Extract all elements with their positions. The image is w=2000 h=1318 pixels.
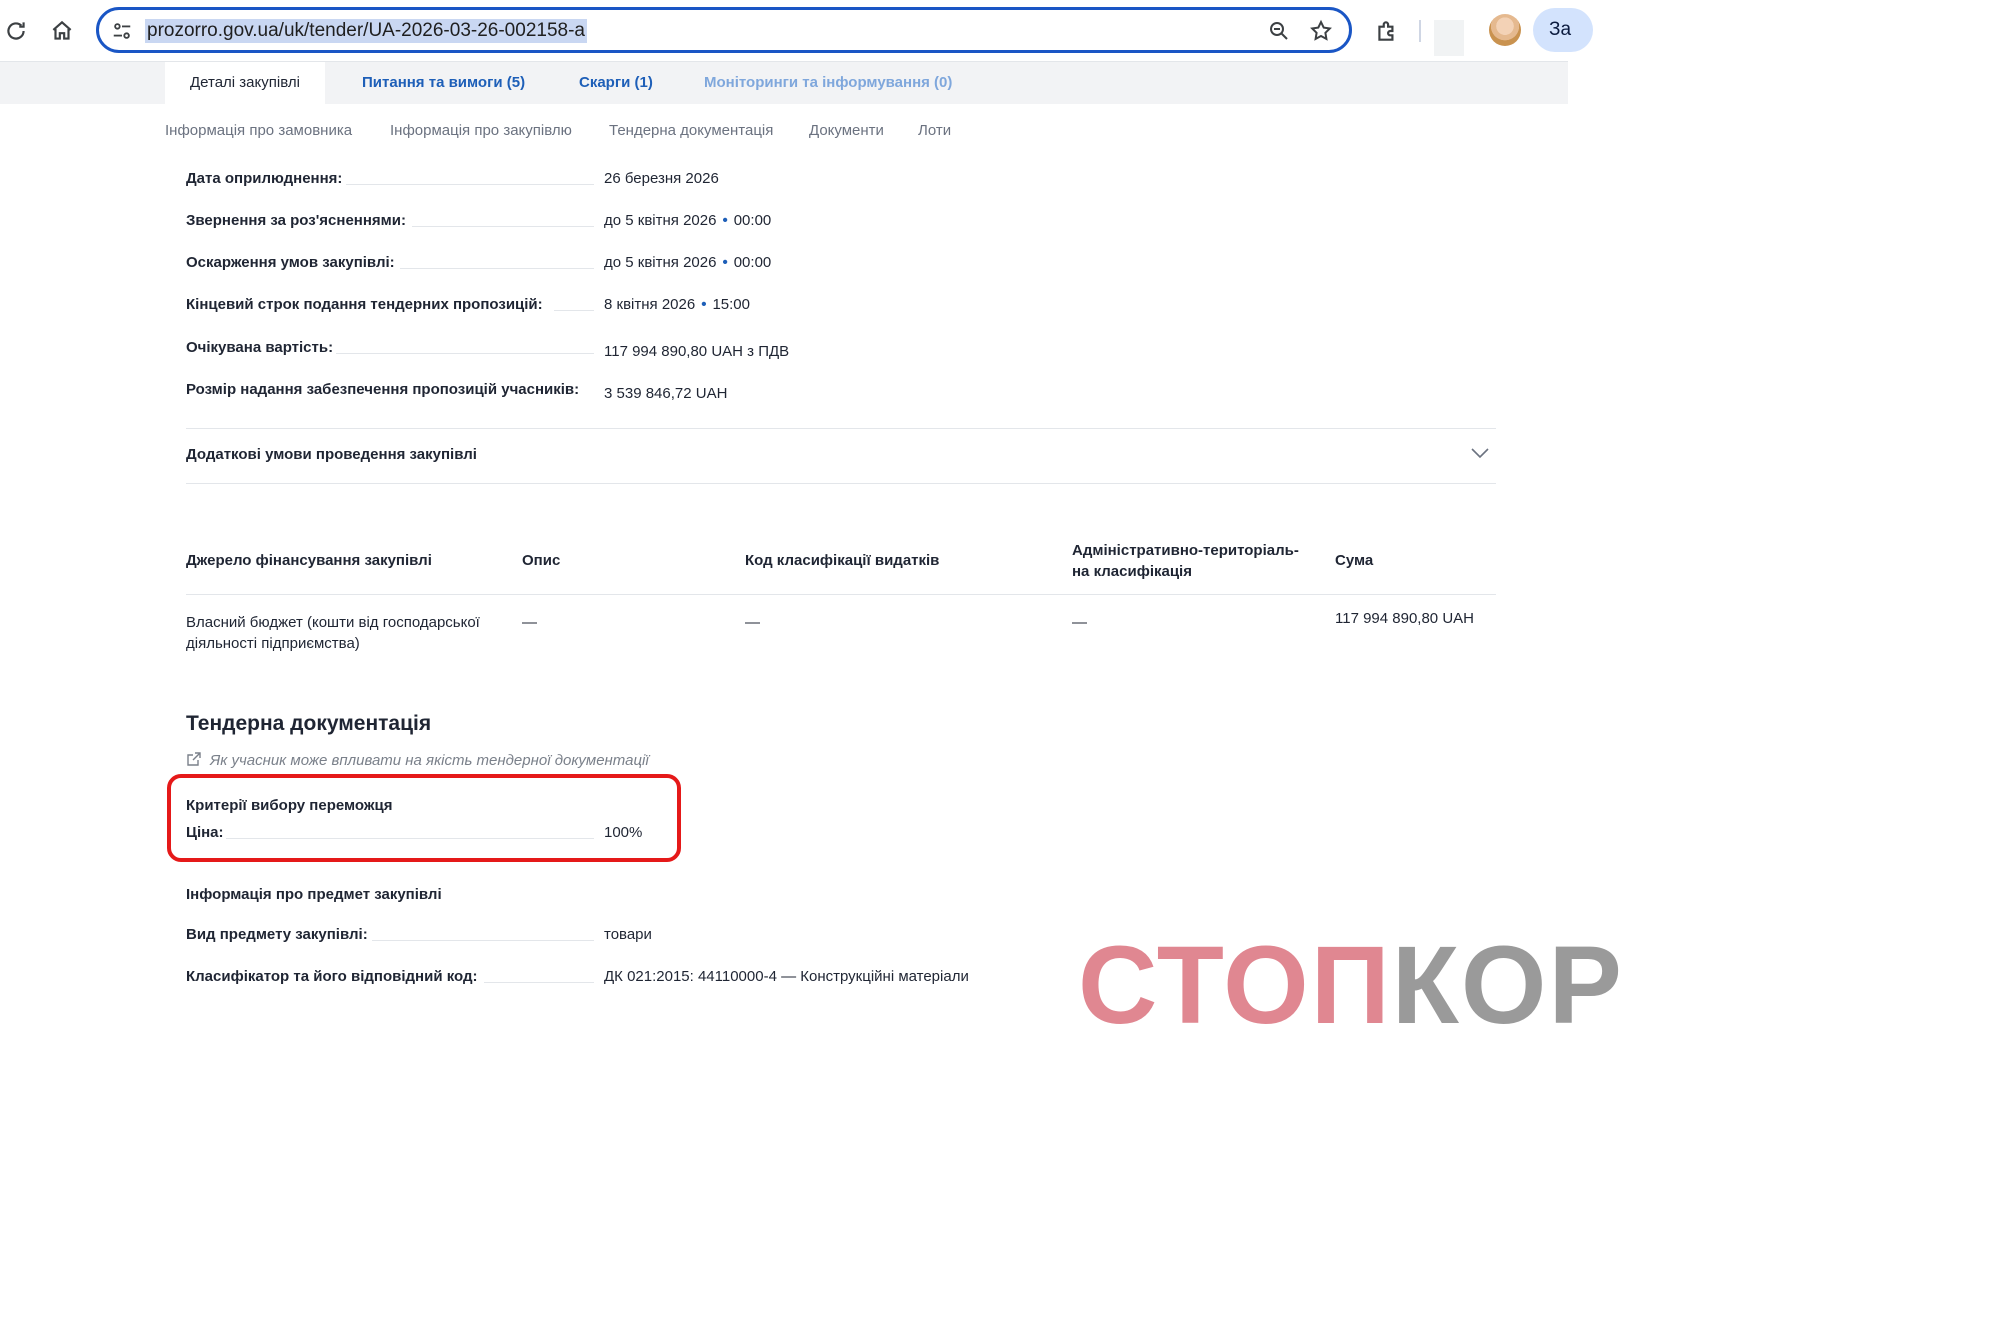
expense-code-header: Код класифікації видатків bbox=[745, 552, 940, 569]
tender-tabs: Деталі закупівлі Питання та вимоги (5) С… bbox=[0, 62, 1568, 104]
clarifications-label: Звернення за роз'ясненнями: bbox=[186, 212, 406, 229]
chevron-down-icon[interactable] bbox=[1470, 446, 1490, 460]
leader-line bbox=[372, 940, 594, 941]
subnav-lots[interactable]: Лоти bbox=[918, 122, 951, 144]
subnav-procurement-info[interactable]: Інформація про закупівлю bbox=[390, 122, 572, 144]
funding-source-header: Джерело фінансування закупівлі bbox=[186, 552, 432, 569]
expected-value-label: Очікувана вартість: bbox=[186, 339, 334, 356]
expense-code-cell: — bbox=[745, 614, 760, 631]
divider bbox=[186, 483, 1496, 484]
admin-class-cell: — bbox=[1072, 614, 1087, 631]
tender-docs-help-link[interactable]: Як учасник може впливати на якість тенде… bbox=[186, 751, 649, 769]
site-settings-icon[interactable] bbox=[111, 20, 133, 42]
classifier-label: Класифікатор та його відповідний код: bbox=[186, 968, 478, 985]
subnav-documents[interactable]: Документи bbox=[809, 122, 884, 144]
subnav-customer-info[interactable]: Інформація про замовника bbox=[165, 122, 352, 144]
expected-value: 117 994 890,80 UAH з ПДВ bbox=[604, 343, 790, 360]
url-text[interactable]: prozorro.gov.ua/uk/tender/UA-2026-03-26-… bbox=[145, 19, 587, 43]
tab-questions[interactable]: Питання та вимоги (5) bbox=[362, 62, 525, 104]
home-icon[interactable] bbox=[49, 18, 75, 44]
leader-line bbox=[554, 310, 594, 311]
reload-icon[interactable] bbox=[3, 18, 29, 44]
criteria-title: Критерії вибору переможця bbox=[186, 797, 393, 814]
profile-button[interactable]: За bbox=[1533, 8, 1593, 52]
subject-title: Інформація про предмет закупівлі bbox=[186, 886, 442, 903]
amount-header: Сума bbox=[1335, 552, 1374, 569]
address-bar[interactable]: prozorro.gov.ua/uk/tender/UA-2026-03-26-… bbox=[96, 7, 1352, 53]
description-cell: — bbox=[522, 614, 537, 631]
divider bbox=[186, 428, 1496, 429]
security-label: Розмір надання забезпечення пропозицій у… bbox=[186, 381, 580, 398]
subject-type-value: товари bbox=[604, 926, 652, 943]
funding-source-cell: Власний бюджет (кошти від господарської д… bbox=[186, 614, 480, 652]
clarifications-value: до 5 квітня 2026 • 00:00 bbox=[604, 212, 772, 229]
leader-line bbox=[346, 184, 594, 185]
leader-line bbox=[400, 268, 594, 269]
publication-date-label: Дата оприлюднення: bbox=[186, 170, 343, 187]
zoom-icon[interactable] bbox=[1267, 19, 1291, 43]
deadline-value: 8 квітня 2026 • 15:00 bbox=[604, 296, 750, 313]
additional-conditions-toggle[interactable]: Додаткові умови проведення закупівлі bbox=[186, 446, 477, 463]
classifier-value: ДК 021:2015: 44110000-4 — Конструкційні … bbox=[604, 968, 969, 985]
amount-cell: 117 994 890,80 UAH bbox=[1335, 610, 1474, 627]
browser-toolbar: prozorro.gov.ua/uk/tender/UA-2026-03-26-… bbox=[0, 0, 1593, 62]
appeal-label: Оскарження умов закупівлі: bbox=[186, 254, 395, 271]
divider bbox=[186, 594, 1496, 595]
toolbar-divider bbox=[1419, 20, 1421, 42]
subnav-tender-docs[interactable]: Тендерна документація bbox=[609, 122, 773, 144]
security-value: 3 539 846,72 UAH bbox=[604, 385, 728, 402]
tab-complaints[interactable]: Скарги (1) bbox=[579, 62, 653, 104]
bookmark-star-icon[interactable] bbox=[1309, 19, 1333, 43]
deadline-label: Кінцевий строк подання тендерних пропози… bbox=[186, 296, 543, 313]
leader-line bbox=[484, 982, 594, 983]
description-header: Опис bbox=[522, 552, 561, 569]
admin-class-header: Адміністративно-територіаль-на класифіка… bbox=[1072, 542, 1299, 580]
leader-line bbox=[226, 838, 594, 839]
price-label: Ціна: bbox=[186, 824, 224, 841]
leader-line bbox=[412, 226, 594, 227]
tab-details[interactable]: Деталі закупівлі bbox=[165, 62, 325, 104]
external-link-icon bbox=[187, 752, 201, 766]
subject-type-label: Вид предмету закупівлі: bbox=[186, 926, 368, 943]
avatar[interactable] bbox=[1489, 14, 1521, 46]
download-indicator[interactable] bbox=[1434, 20, 1464, 56]
leader-line bbox=[336, 353, 594, 354]
price-value: 100% bbox=[604, 824, 643, 841]
watermark-logo: СТОПКОР bbox=[1078, 924, 1624, 1047]
appeal-value: до 5 квітня 2026 • 00:00 bbox=[604, 254, 772, 271]
extensions-icon[interactable] bbox=[1374, 18, 1400, 44]
tab-monitoring[interactable]: Моніторинги та інформування (0) bbox=[704, 62, 952, 104]
publication-date-value: 26 березня 2026 bbox=[604, 170, 719, 187]
highlight-annotation bbox=[167, 774, 681, 862]
tender-docs-title: Тендерна документація bbox=[186, 712, 432, 735]
